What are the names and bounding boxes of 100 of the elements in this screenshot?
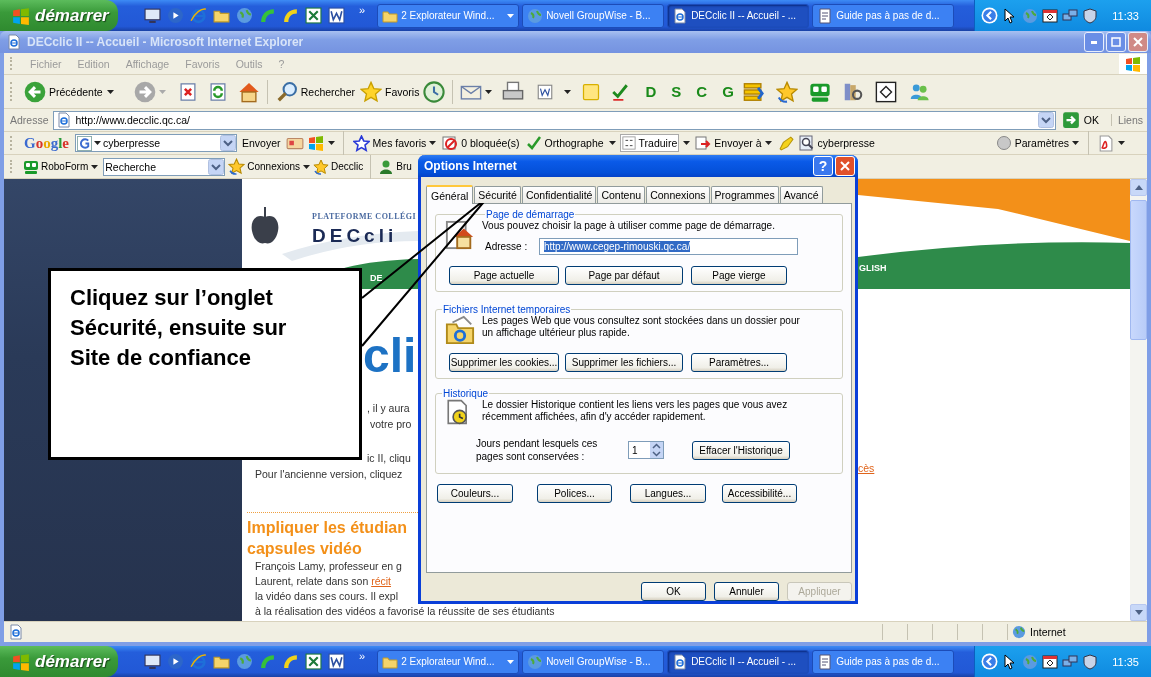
bookmark-button[interactable]: Decclic [312,158,365,175]
caret-icon[interactable] [564,89,572,94]
taskbar-button[interactable]: Guide pas à pas de d... [812,3,955,28]
send-button[interactable]: Envoyer [241,137,282,149]
popup-blocker-button[interactable]: 0 bloquée(s) [441,135,521,151]
document-icon[interactable] [328,653,345,670]
toolbar-button[interactable]: G [716,83,740,100]
chevron-left-icon[interactable] [981,653,999,670]
caret-icon[interactable] [91,164,99,169]
taskbar-button[interactable]: Novell GroupWise - B... [522,649,665,674]
taskbar-button[interactable]: DECclic II -- Accueil - ... [667,649,810,674]
tab[interactable]: Contenu [597,186,646,203]
address-field[interactable]: http://www.cegep-rimouski.qc.ca/ [539,238,798,255]
more-chevron[interactable]: » [359,650,366,662]
phone-icon[interactable] [259,7,276,24]
address-field[interactable]: http://www.decclic.qc.ca/ [52,110,1056,130]
taskbar-button[interactable]: 2 Explorateur Wind... [377,649,520,674]
pdf-icon[interactable] [1097,134,1114,152]
dialog-button[interactable]: Page actuelle [449,266,559,285]
language-link[interactable]: GLISH [859,263,887,273]
toolbar-button[interactable]: C [690,83,714,100]
tab[interactable]: Programmes [710,186,779,203]
spinner-field[interactable]: 1 [628,441,664,459]
caret-icon[interactable] [94,141,101,145]
dialog-button[interactable]: Couleurs... [437,484,513,503]
toolbar-button[interactable]: D [639,83,663,100]
taskbar-button[interactable]: Novell GroupWise - B... [522,3,665,28]
spreadsheet-icon[interactable] [305,653,322,670]
star-icon[interactable] [775,80,798,103]
dialog-button[interactable]: Langues... [630,484,706,503]
shield-icon[interactable] [1082,653,1099,670]
search-button[interactable]: Rechercher [274,80,356,103]
close-button[interactable] [1128,32,1148,52]
caret-icon[interactable] [429,141,437,145]
start-button[interactable]: démarrer [0,0,118,31]
phone-icon[interactable] [259,653,276,670]
dialog-button[interactable]: Accessibilité... [722,484,797,503]
tab[interactable]: Confidentialité [521,186,597,203]
send-to-button[interactable]: Envoyer à [694,135,773,151]
shield-icon[interactable] [1082,7,1099,24]
caret-icon[interactable] [106,89,114,94]
spellcheck-button[interactable]: Orthographe [524,135,605,151]
scroll-up-button[interactable] [1130,179,1147,196]
window-icon[interactable] [874,80,897,103]
document-icon[interactable] [536,82,555,101]
desktop-icon[interactable] [144,653,161,670]
refresh-icon[interactable] [207,81,228,102]
spreadsheet-icon[interactable] [305,7,322,24]
maximize-button[interactable] [1106,32,1126,52]
spin-arrows-icon[interactable] [650,442,663,458]
caret-icon[interactable] [303,164,311,169]
caret-icon[interactable] [1072,141,1079,145]
play-icon[interactable] [167,653,184,670]
search-field[interactable]: Recherche [103,157,226,176]
chevron-left-icon[interactable] [981,7,999,24]
checkmark-icon[interactable] [611,82,630,101]
text-link[interactable]: récit [371,575,391,587]
browser-icon[interactable] [190,7,207,24]
stack-icon[interactable] [742,80,765,103]
taskbar-button[interactable]: Guide pas à pas de d... [812,649,955,674]
connections-button[interactable]: Connexions [227,158,302,175]
taskbar-button[interactable]: 2 Explorateur Wind... [377,3,520,28]
tab[interactable]: Général [426,185,474,204]
site-button[interactable]: cyberpresse [797,135,876,151]
caret-icon[interactable] [1118,141,1125,145]
more-chevron[interactable]: » [359,4,366,16]
dialog-button[interactable]: OK [641,582,706,601]
tab[interactable]: Connexions [646,186,710,203]
scrollbar-thumb[interactable] [1130,200,1147,340]
tab[interactable]: Avancé [779,186,823,203]
tab[interactable]: Sécurité [474,186,521,203]
history-icon[interactable] [423,80,446,103]
translate-button[interactable]: Traduire [619,134,680,152]
text-link[interactable]: cès [858,462,875,474]
document-icon[interactable] [328,7,345,24]
printer-icon[interactable] [502,80,525,103]
play-icon[interactable] [167,7,184,24]
dialog-button[interactable]: Page vierge [691,266,787,285]
nav-link[interactable]: DE [370,273,383,283]
toolbar-button[interactable]: S [665,83,688,100]
phone-icon[interactable] [282,7,299,24]
window-icon[interactable] [1042,7,1059,24]
caret-icon[interactable] [327,141,335,145]
dialog-button[interactable]: Page par défaut [565,266,683,285]
dialog-button[interactable]: Polices... [537,484,612,503]
dialog-button[interactable]: Paramètres... [691,353,787,372]
help-button[interactable]: ? [813,156,833,176]
dialog-button[interactable]: Effacer l'Historique [692,440,790,460]
scroll-down-button[interactable] [1130,604,1147,621]
dialog-button[interactable]: Annuler [714,582,779,601]
settings-button[interactable]: Paramètres [994,135,1080,151]
window-icon[interactable] [1042,653,1059,670]
phone-icon[interactable] [282,653,299,670]
caret-icon[interactable] [764,141,772,145]
caret-icon[interactable] [485,89,493,94]
caret-icon[interactable] [683,141,691,145]
start-button[interactable]: démarrer [0,646,118,677]
favorites-button[interactable]: Mes favoris [351,134,438,152]
stop-icon[interactable] [177,81,198,102]
browser-icon[interactable] [190,653,207,670]
